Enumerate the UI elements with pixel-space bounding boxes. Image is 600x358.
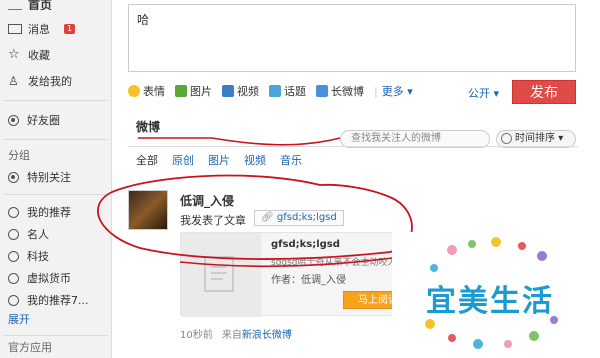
tab-original[interactable]: 原创 <box>172 152 194 168</box>
watermark-text: 宜美生活 <box>426 284 554 319</box>
group-item-label: 科技 <box>27 250 49 263</box>
divider <box>128 146 578 147</box>
divider <box>4 194 107 195</box>
person-icon: ♙ <box>8 74 19 88</box>
compose-textarea[interactable]: 哈 <box>128 4 576 72</box>
circle-icon <box>8 294 19 306</box>
group-item-recommend-7[interactable]: 我的推荐7... <box>0 289 111 311</box>
article-tag-label: gfsd;ks;lgsd <box>276 212 337 223</box>
sidebar-item-label: 消息 <box>28 23 50 36</box>
video-icon <box>222 85 234 97</box>
group-item-label: 名人 <box>27 228 49 241</box>
long-post-button[interactable]: 长微博 <box>316 83 364 99</box>
long-post-label: 长微博 <box>331 85 364 98</box>
post-action-text: 我发表了文章 <box>180 214 246 227</box>
article-tag[interactable]: 🔗︎ gfsd;ks;lgsd <box>254 210 344 226</box>
compose-toolbar: 表情 图片 视频 话题 长微博 | 更多 ▾ <box>128 80 578 102</box>
divider <box>4 100 107 101</box>
sidebar-item-label: 收藏 <box>28 49 50 62</box>
sidebar-item-favorites[interactable]: ☆ 收藏 <box>0 42 111 68</box>
sidebar-item-label: 首页 <box>28 0 53 10</box>
visibility-label: 公开 <box>468 87 490 100</box>
chevron-down-icon: ▾ <box>493 87 500 100</box>
chevron-down-icon: ▾ <box>558 133 564 144</box>
emoji-button[interactable]: 表情 <box>128 83 165 99</box>
source-link[interactable]: 新浪长微博 <box>242 330 292 341</box>
visibility-dropdown[interactable]: 公开 ▾ <box>468 85 499 101</box>
separator: | <box>374 84 378 98</box>
emoji-label: 表情 <box>143 85 165 98</box>
star-icon: ☆ <box>8 47 20 62</box>
tab-videos[interactable]: 视频 <box>244 152 266 168</box>
tab-images[interactable]: 图片 <box>208 152 230 168</box>
sort-label: 时间排序 <box>515 133 555 144</box>
article-thumbnail <box>181 233 261 317</box>
article-title: gfsd;ks;lgsd <box>271 239 340 250</box>
sidebar-item-home[interactable]: 首页 <box>0 0 111 10</box>
more-dropdown[interactable]: 更多 ▾ <box>382 83 413 99</box>
topic-label: 话题 <box>284 85 306 98</box>
sidebar-item-sent-to-me[interactable]: ♙ 发给我的 <box>0 68 111 94</box>
group-item-crypto[interactable]: 虚拟货币 <box>0 267 111 289</box>
sidebar: 首页 消息 1 ☆ 收藏 ♙ 发给我的 好友圈 分组 特别关注 我的推荐 名人 … <box>0 0 112 358</box>
topic-icon <box>269 85 281 97</box>
post-button[interactable]: 发布 <box>512 80 576 104</box>
sidebar-item-label: 发给我的 <box>28 75 72 88</box>
topic-button[interactable]: 话题 <box>269 83 306 99</box>
message-count-badge: 1 <box>64 24 76 34</box>
sidebar-item-label: 好友圈 <box>27 114 60 127</box>
group-item-special[interactable]: 特别关注 <box>0 166 111 188</box>
mail-icon <box>8 24 22 34</box>
tab-all[interactable]: 全部 <box>136 152 158 168</box>
group-item-label: 虚拟货币 <box>27 272 71 285</box>
chevron-down-icon: ▾ <box>407 85 413 98</box>
document-icon <box>204 256 234 292</box>
video-label: 视频 <box>237 85 259 98</box>
circle-icon <box>8 272 19 284</box>
sidebar-item-messages[interactable]: 消息 1 <box>0 16 111 42</box>
long-post-icon <box>316 85 328 97</box>
official-apps-title: 官方应用 <box>8 341 52 354</box>
group-item-label: 我的推荐 <box>27 206 71 219</box>
group-item-label: 我的推荐7... <box>27 294 89 307</box>
tab-music[interactable]: 音乐 <box>280 152 302 168</box>
circle-icon <box>8 250 19 262</box>
article-author: 作者：低调_入侵 <box>271 275 346 286</box>
emoji-icon <box>128 85 140 97</box>
image-icon <box>175 85 187 97</box>
sidebar-item-friends-circle[interactable]: 好友圈 <box>0 107 111 133</box>
source-prefix: 来自 <box>221 330 242 341</box>
divider <box>4 335 107 336</box>
target-icon <box>8 114 19 126</box>
post-meta: 10秒前 来自新浪长微博 <box>180 326 292 341</box>
clock-icon <box>501 133 512 144</box>
target-icon <box>8 171 19 183</box>
group-item-recommend[interactable]: 我的推荐 <box>0 201 111 223</box>
watermark-logo: 宜美生活 <box>392 232 588 350</box>
image-button[interactable]: 图片 <box>175 83 212 99</box>
video-button[interactable]: 视频 <box>222 83 259 99</box>
post-username[interactable]: 低调_入侵 <box>180 192 234 209</box>
home-icon <box>8 0 22 10</box>
image-label: 图片 <box>190 85 212 98</box>
post-time[interactable]: 10秒前 <box>180 330 213 341</box>
circle-icon <box>8 206 19 218</box>
circle-icon <box>8 228 19 240</box>
feed-filter-tabs: 全部 原创 图片 视频 音乐 <box>136 152 316 168</box>
avatar[interactable] <box>128 190 168 230</box>
group-item-celebrity[interactable]: 名人 <box>0 223 111 245</box>
more-label: 更多 <box>381 85 404 98</box>
expand-link[interactable]: 展开 <box>0 311 111 329</box>
group-item-label: 特别关注 <box>27 171 71 184</box>
divider <box>4 139 107 140</box>
feed-title: 微博 <box>136 120 161 134</box>
group-section-title: 分组 <box>8 149 30 162</box>
link-icon: 🔗︎ <box>261 212 274 223</box>
group-item-tech[interactable]: 科技 <box>0 245 111 267</box>
